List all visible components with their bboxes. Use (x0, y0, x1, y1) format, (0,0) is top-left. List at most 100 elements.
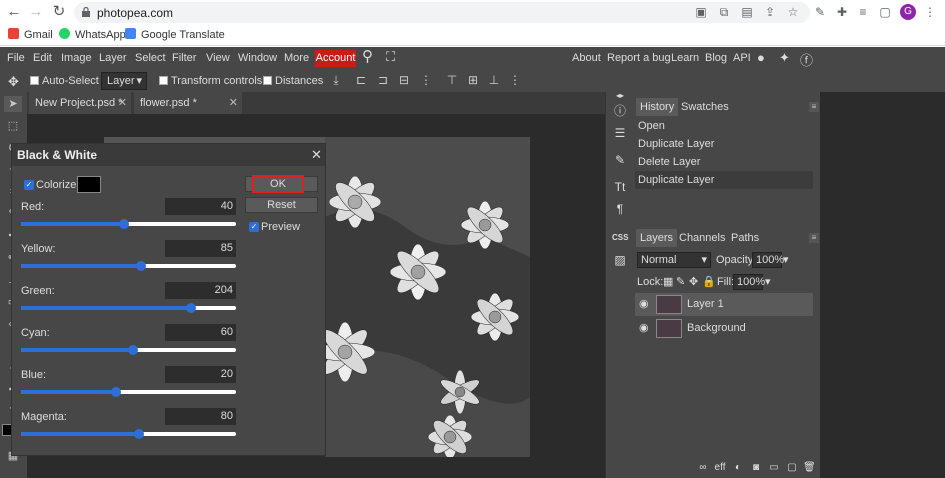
screenshot-icon[interactable]: ▣ (694, 5, 708, 19)
history-item-current[interactable]: Duplicate Layer (635, 171, 813, 189)
magenta-slider[interactable] (21, 429, 236, 439)
kebab-menu-icon[interactable]: ⋮ (923, 5, 937, 19)
tab-swatches[interactable]: Swatches (677, 98, 733, 116)
tab-history[interactable]: History (636, 98, 679, 116)
image-canvas[interactable] (325, 137, 530, 457)
image-icon[interactable]: ▨ (612, 252, 628, 268)
info-icon[interactable]: ⓘ (612, 103, 628, 119)
red-value-input[interactable]: 40 (165, 198, 236, 215)
menu-select[interactable]: Select (135, 52, 166, 65)
panel-menu-icon[interactable]: ≡ (809, 233, 819, 243)
history-item[interactable]: Delete Layer (635, 153, 813, 171)
menu-image[interactable]: Image (61, 52, 92, 65)
sidepanel-icon[interactable]: ▢ (878, 5, 892, 19)
panel-menu-icon[interactable]: ≡ (809, 102, 819, 112)
move-tool-icon[interactable]: ✥ (8, 74, 19, 90)
marquee-tool-icon[interactable]: ⬚ (4, 118, 22, 134)
layer-row[interactable]: ◉ Background (635, 317, 813, 340)
distribute-icon[interactable]: ⋮ (508, 73, 522, 87)
eye-icon[interactable]: ◉ (639, 322, 651, 334)
colorize-color-swatch[interactable] (77, 176, 101, 193)
install-icon[interactable]: ⇪ (763, 5, 777, 19)
magenta-value-input[interactable]: 80 (165, 408, 236, 425)
ok-button[interactable]: OK (252, 175, 304, 193)
menu-filter[interactable]: Filter (172, 52, 196, 65)
slider-knob[interactable] (110, 387, 121, 397)
align-center-h-icon[interactable]: ⊐ (376, 73, 390, 87)
reading-list-icon[interactable]: ≡ (856, 5, 870, 19)
align-right-icon[interactable]: ⊟ (397, 73, 411, 87)
history-item[interactable]: Open (635, 117, 813, 135)
reload-icon[interactable]: ↻ (50, 3, 68, 21)
collapse-icon[interactable]: ◂▸ (612, 92, 628, 100)
folder-icon[interactable]: ▭ (768, 462, 780, 474)
slider-knob[interactable] (136, 261, 147, 271)
brush-settings-icon[interactable]: ✎ (612, 152, 628, 168)
move-tool-icon[interactable]: ➤ (4, 96, 22, 112)
slider-knob[interactable] (134, 429, 145, 439)
twitter-icon[interactable]: ✦ (779, 50, 790, 66)
close-icon[interactable]: ✕ (118, 92, 127, 114)
tab-paths[interactable]: Paths (727, 229, 763, 247)
menu-window[interactable]: Window (238, 52, 277, 65)
bookmark-google-translate[interactable]: Google Translate (125, 28, 225, 42)
menu-edit[interactable]: Edit (33, 52, 52, 65)
align-top-icon[interactable]: ⊤ (445, 73, 459, 87)
back-icon[interactable]: ← (5, 3, 23, 21)
search-icon[interactable]: ⚲ (362, 49, 373, 64)
layer-row-selected[interactable]: ◉ Layer 1 (635, 293, 813, 316)
share-icon[interactable]: ⧉ (717, 5, 731, 19)
facebook-icon[interactable]: ⓕ (800, 50, 813, 69)
red-slider[interactable] (21, 219, 236, 229)
slider-knob[interactable] (119, 219, 130, 229)
cyan-slider[interactable] (21, 345, 236, 355)
bookmark-whatsapp[interactable]: WhatsApp (59, 28, 126, 42)
menu-layer[interactable]: Layer (99, 52, 127, 65)
dialog-titlebar[interactable]: Black & White ✕ (12, 144, 325, 166)
url-bar[interactable]: photopea.com ▣ ⧉ ▤ ⇪ ☆ (74, 2, 810, 23)
colorize-checkbox[interactable]: ✓ (24, 180, 34, 190)
menu-view[interactable]: View (206, 52, 230, 65)
layer-select-dropdown[interactable]: Layer ▾ (101, 72, 147, 90)
fill-input[interactable]: 100% (733, 274, 765, 290)
reddit-icon[interactable]: ● (757, 50, 765, 65)
lock-transparency-icon[interactable]: ▦ (663, 275, 673, 288)
effects-icon[interactable]: eff (713, 462, 727, 474)
avatar[interactable]: G (900, 4, 916, 20)
new-layer-icon[interactable]: ▢ (786, 462, 798, 474)
chevron-down-icon[interactable]: ▾ (765, 275, 771, 288)
reset-button[interactable]: Reset (245, 197, 318, 213)
green-slider[interactable] (21, 303, 236, 313)
extensions-icon[interactable]: ✚ (835, 5, 849, 19)
download-icon[interactable]: ⤓ (329, 73, 343, 87)
eyedropper-icon[interactable]: ✎ (813, 5, 827, 19)
yellow-value-input[interactable]: 85 (165, 240, 236, 257)
properties-icon[interactable]: ☰ (612, 125, 628, 141)
trash-icon[interactable]: 🗑 (803, 462, 816, 474)
bookmark-star-icon[interactable]: ☆ (786, 5, 800, 19)
slider-knob[interactable] (185, 303, 196, 313)
blue-value-input[interactable]: 20 (165, 366, 236, 383)
link-learn[interactable]: Learn (671, 52, 699, 64)
eye-icon[interactable]: ◉ (639, 298, 651, 310)
adjustment-icon[interactable]: ◐ (732, 462, 744, 474)
mask-icon[interactable]: ◙ (750, 462, 762, 474)
paragraph-icon[interactable]: ¶ (612, 201, 628, 217)
align-middle-icon[interactable]: ⊞ (466, 73, 480, 87)
tab-layers[interactable]: Layers (636, 229, 678, 247)
preview-checkbox[interactable]: ✓ (249, 222, 259, 232)
chevron-down-icon[interactable]: ▾ (783, 253, 789, 266)
history-item[interactable]: Duplicate Layer (635, 135, 813, 153)
link-report-bug[interactable]: Report a bug (607, 52, 671, 64)
align-left-icon[interactable]: ⊏ (354, 73, 368, 87)
green-value-input[interactable]: 204 (165, 282, 236, 299)
align-bottom-icon[interactable]: ⊥ (487, 73, 501, 87)
blend-mode-dropdown[interactable]: Normal ▾ (637, 252, 711, 268)
forward-icon[interactable]: → (27, 3, 45, 21)
transform-controls-checkbox[interactable] (159, 76, 168, 85)
tab-flower[interactable]: flower.psd * ✕ (134, 92, 242, 114)
page-icon[interactable]: ▤ (740, 5, 754, 19)
menu-more[interactable]: More (284, 52, 309, 65)
link-about[interactable]: About (572, 52, 601, 64)
blue-slider[interactable] (21, 387, 236, 397)
